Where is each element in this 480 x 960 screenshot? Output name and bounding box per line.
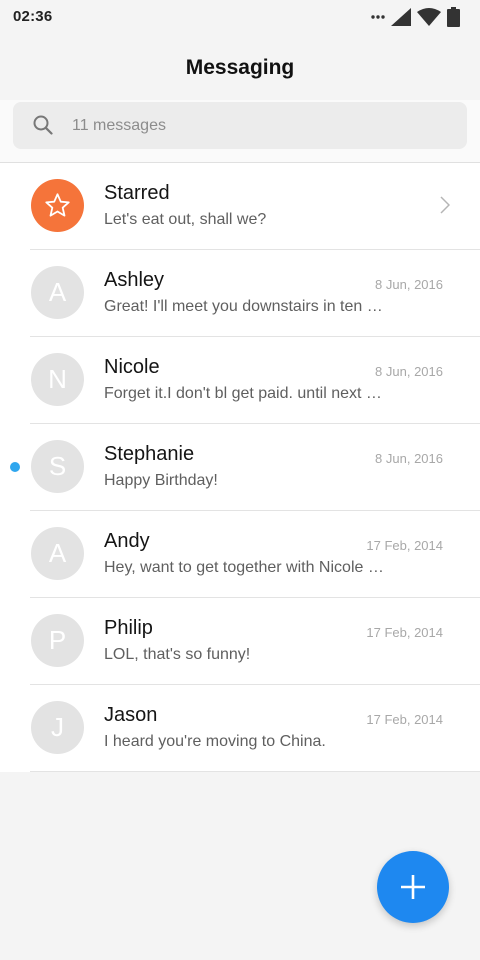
conversation-name: Stephanie [104,443,195,465]
plus-icon [401,875,425,899]
divider [30,771,480,772]
conversation-item-philip[interactable]: P Philip 17 Feb, 2014 LOL, that's so fun… [0,598,480,685]
conversation-name: Philip [104,617,153,639]
conversation-preview: Great! I'll meet you downstairs in ten m… [104,298,386,315]
conversation-preview: Hey, want to get together with Nicole to… [104,559,386,576]
new-message-button[interactable] [377,851,449,923]
conversation-preview: LOL, that's so funny! [104,646,251,663]
conversation-item-stephanie[interactable]: S Stephanie 8 Jun, 2016 Happy Birthday! [0,424,480,511]
conversation-name: Nicole [104,356,160,378]
avatar: A [31,527,84,580]
conversation-date: 8 Jun, 2016 [375,277,443,292]
conversation-preview: Forget it.I don't bl get paid. until nex… [104,385,386,402]
conversation-date: 8 Jun, 2016 [375,451,443,466]
search-icon [33,115,53,135]
battery-icon [447,7,460,27]
avatar [31,179,84,232]
search-input[interactable] [72,102,452,149]
search-bar[interactable] [13,102,467,149]
status-icons [371,6,460,28]
conversation-item-nicole[interactable]: N Nicole 8 Jun, 2016 Forget it.I don't b… [0,337,480,424]
conversation-item-starred[interactable]: Starred Let's eat out, shall we? [0,163,480,250]
conversation-date: 17 Feb, 2014 [366,538,443,553]
conversation-preview: I heard you're moving to China. [104,733,326,750]
conversation-list: Starred Let's eat out, shall we? A Ashle… [0,162,480,772]
avatar: N [31,353,84,406]
avatar: J [31,701,84,754]
conversation-name: Ashley [104,269,165,291]
conversation-preview: Happy Birthday! [104,472,218,489]
unread-indicator [10,462,20,472]
conversation-date: 17 Feb, 2014 [366,625,443,640]
conversation-name: Andy [104,530,150,552]
avatar: A [31,266,84,319]
conversation-item-jason[interactable]: J Jason 17 Feb, 2014 I heard you're movi… [0,685,480,772]
page-title: Messaging [185,56,295,79]
avatar: P [31,614,84,667]
status-bar: 02:36 [0,0,480,34]
conversation-name: Starred [104,182,170,204]
wifi-icon [417,8,441,26]
more-dots-icon [371,15,385,19]
conversation-date: 17 Feb, 2014 [366,712,443,727]
conversation-date: 8 Jun, 2016 [375,364,443,379]
star-icon [45,193,70,217]
avatar: S [31,440,84,493]
conversation-name: Jason [104,704,158,726]
conversation-preview: Let's eat out, shall we? [104,211,267,228]
cellular-signal-icon [391,8,411,26]
search-area [0,100,480,162]
conversation-item-ashley[interactable]: A Ashley 8 Jun, 2016 Great! I'll meet yo… [0,250,480,337]
chevron-right-icon [440,196,450,214]
conversation-item-andy[interactable]: A Andy 17 Feb, 2014 Hey, want to get tog… [0,511,480,598]
status-time: 02:36 [13,8,53,25]
